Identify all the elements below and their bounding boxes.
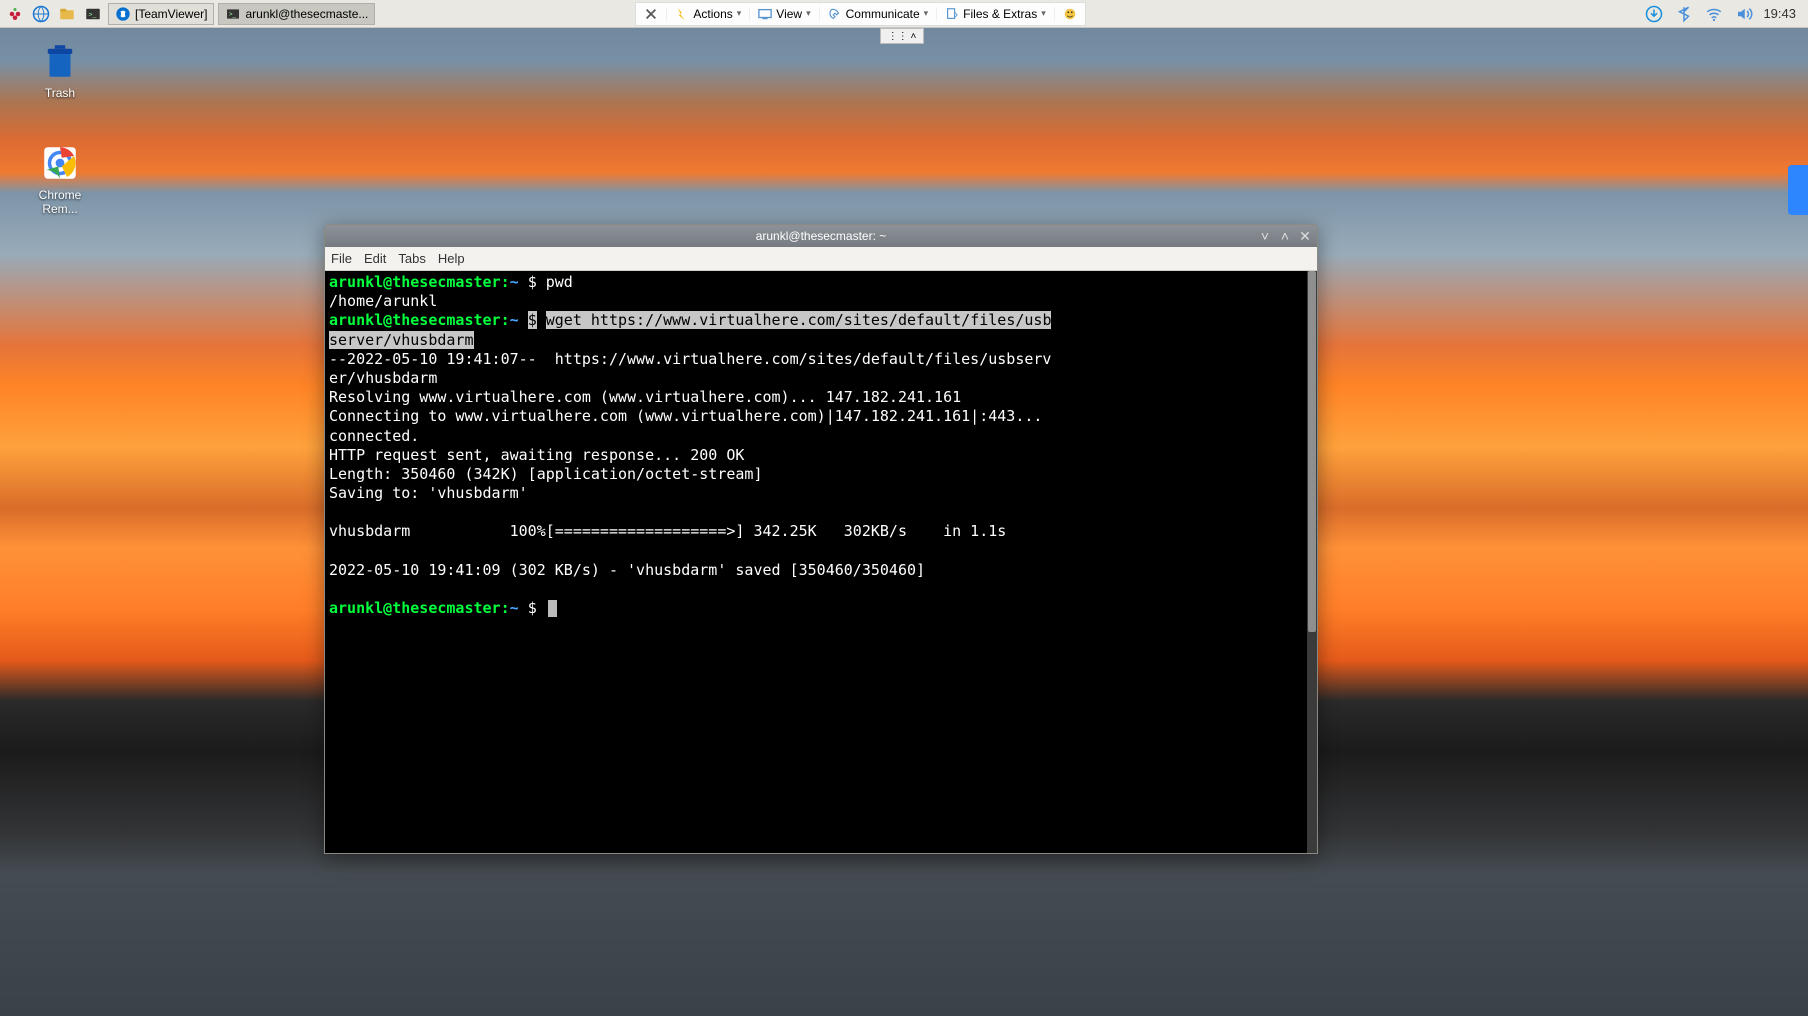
- terminal-body[interactable]: arunkl@thesecmaster:~ $ pwd /home/arunkl…: [325, 271, 1317, 853]
- prompt-dollar: $: [528, 273, 537, 291]
- terminal-cursor: [548, 600, 557, 617]
- tv-view-button[interactable]: View▾: [750, 7, 819, 21]
- terminal-cmd-wget-2: server/vhusbdarm: [329, 331, 474, 349]
- taskbar-clock[interactable]: 19:43: [1763, 6, 1796, 21]
- svg-text:>_: >_: [89, 11, 97, 18]
- tv-files-label: Files & Extras: [963, 7, 1037, 21]
- terminal-menu-file[interactable]: File: [331, 251, 352, 266]
- task-item-teamviewer[interactable]: [TeamViewer]: [108, 3, 214, 25]
- window-maximize-icon[interactable]: ˄: [1277, 228, 1293, 244]
- desktop-trash-icon[interactable]: Trash: [20, 40, 100, 100]
- file-manager-icon[interactable]: [56, 3, 78, 25]
- task-item-teamviewer-label: [TeamViewer]: [135, 7, 207, 21]
- prompt-dollar: $: [528, 311, 537, 329]
- prompt-user: arunkl@thesecmaster: [329, 599, 501, 617]
- tv-communicate-label: Communicate: [846, 7, 920, 21]
- terminal-out-pwd: /home/arunkl: [329, 292, 437, 310]
- terminal-menubar: File Edit Tabs Help: [325, 247, 1317, 271]
- taskbar: >_ [TeamViewer] >_ arunkl@thesecmaste...…: [0, 0, 1808, 28]
- tv-smiley-button[interactable]: [1055, 7, 1085, 21]
- terminal-titlebar[interactable]: arunkl@thesecmaster: ~ ˅ ˄ ✕: [325, 225, 1317, 247]
- tv-view-label: View: [776, 7, 802, 21]
- download-tray-icon[interactable]: [1643, 3, 1665, 25]
- prompt-dollar: $: [528, 599, 537, 617]
- terminal-launcher-icon[interactable]: >_: [82, 3, 104, 25]
- terminal-scrollbar[interactable]: [1307, 271, 1317, 853]
- terminal-menu-tabs[interactable]: Tabs: [398, 251, 425, 266]
- web-browser-icon[interactable]: [30, 3, 52, 25]
- terminal-cmd-pwd: pwd: [546, 273, 573, 291]
- task-item-terminal-label: arunkl@thesecmaste...: [245, 7, 368, 21]
- tv-actions-label: Actions: [693, 7, 732, 21]
- teamviewer-icon: [115, 6, 131, 22]
- terminal-title-text: arunkl@thesecmaster: ~: [756, 229, 887, 243]
- bluetooth-tray-icon[interactable]: [1673, 3, 1695, 25]
- prompt-user: arunkl@thesecmaster: [329, 311, 501, 329]
- window-close-icon[interactable]: ✕: [1297, 228, 1313, 244]
- terminal-wget-output: --2022-05-10 19:41:07-- https://www.virt…: [329, 350, 1051, 579]
- volume-tray-icon[interactable]: [1733, 3, 1755, 25]
- window-minimize-icon[interactable]: ˅: [1257, 228, 1273, 244]
- terminal-cmd-wget-1: wget https://www.virtualhere.com/sites/d…: [546, 311, 1052, 329]
- tv-actions-button[interactable]: Actions▾: [667, 7, 750, 21]
- tv-files-button[interactable]: Files & Extras▾: [937, 7, 1055, 21]
- terminal-menu-edit[interactable]: Edit: [364, 251, 386, 266]
- tv-communicate-button[interactable]: Communicate▾: [820, 7, 938, 21]
- prompt-user: arunkl@thesecmaster: [329, 273, 501, 291]
- desktop-trash-label: Trash: [20, 86, 100, 100]
- tv-close-button[interactable]: [636, 7, 667, 21]
- terminal-menu-help[interactable]: Help: [438, 251, 465, 266]
- terminal-window: arunkl@thesecmaster: ~ ˅ ˄ ✕ File Edit T…: [324, 224, 1318, 854]
- desktop-chrome-remote-icon[interactable]: Chrome Rem...: [20, 142, 100, 216]
- panel-toggle-icon[interactable]: ⋮⋮ ˄: [880, 28, 924, 44]
- teamviewer-side-tab[interactable]: [1788, 165, 1808, 215]
- teamviewer-toolbar: Actions▾ View▾ Communicate▾ Files & Extr…: [635, 2, 1085, 26]
- desktop-chrome-remote-label: Chrome Rem...: [20, 188, 100, 216]
- svg-text:>_: >_: [229, 12, 237, 18]
- wifi-tray-icon[interactable]: [1703, 3, 1725, 25]
- task-item-terminal[interactable]: >_ arunkl@thesecmaste...: [218, 3, 375, 25]
- terminal-task-icon: >_: [225, 6, 241, 22]
- raspberry-menu-icon[interactable]: [4, 3, 26, 25]
